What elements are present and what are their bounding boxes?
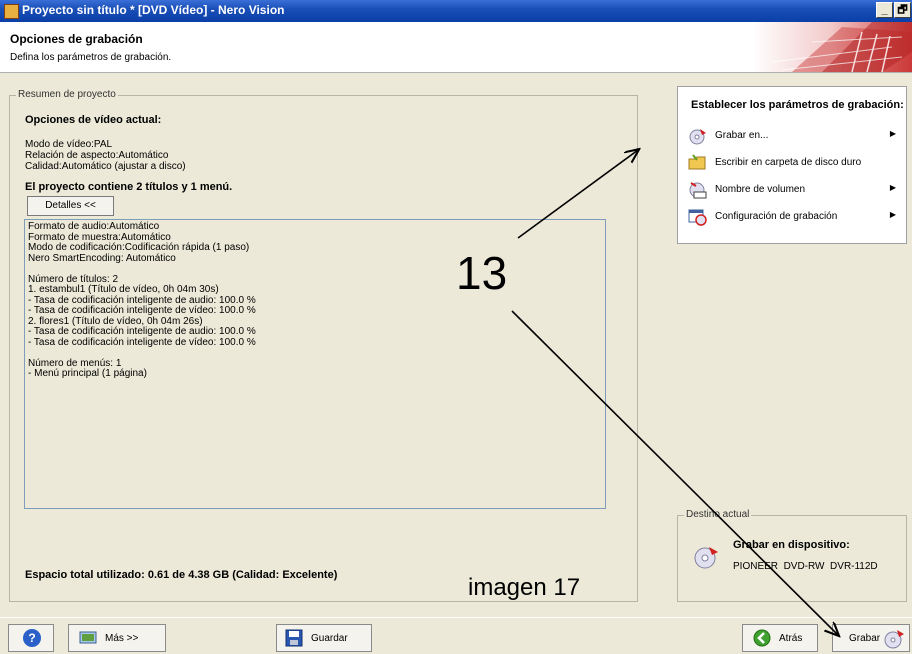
burn-button[interactable]: Grabar — [832, 624, 910, 652]
details-line: Formato de audio:Automático — [28, 221, 160, 232]
page-title: Opciones de grabación — [10, 32, 143, 46]
save-icon — [285, 629, 303, 647]
video-options-heading: Opciones de vídeo actual: — [25, 114, 162, 126]
current-destination-legend: Destino actual — [684, 509, 752, 520]
folder-icon — [688, 154, 706, 170]
menu-item-write-to-folder[interactable]: Escribir en carpeta de disco duro — [688, 152, 900, 174]
back-button-label: Atrás — [779, 633, 803, 644]
bottom-toolbar: ? Más >> Guardar Atrás Grabar — [0, 617, 912, 654]
help-icon: ? — [23, 629, 41, 647]
more-options-icon — [79, 631, 97, 644]
submenu-arrow-icon: ▶ — [889, 210, 896, 219]
back-arrow-icon — [753, 629, 771, 647]
annotation-image-label: imagen 17 — [468, 574, 581, 601]
menu-item-burn-settings[interactable]: Configuración de grabación ▶ — [688, 206, 900, 228]
details-text-box: Formato de audio:Automático Formato de m… — [24, 219, 606, 509]
details-line: - Menú principal (1 página) — [28, 368, 147, 379]
page-header: Opciones de grabación Defina los parámet… — [0, 22, 912, 73]
menu-item-burn-to[interactable]: Grabar en... ▶ — [688, 125, 900, 147]
menu-item-label: Escribir en carpeta de disco duro — [715, 157, 862, 168]
menu-item-label: Configuración de grabación — [715, 211, 838, 222]
menu-item-label: Nombre de volumen — [715, 184, 806, 195]
space-used-text: Espacio total utilizado: 0.61 de 4.38 GB… — [25, 569, 338, 581]
burn-icon — [884, 630, 904, 649]
destination-heading: Grabar en dispositivo: — [733, 539, 850, 551]
quality: Calidad:Automático (ajustar a disco) — [25, 161, 186, 172]
back-button[interactable]: Atrás — [742, 624, 818, 652]
burn-parameters-title: Establecer los parámetros de grabación: — [691, 99, 904, 111]
annotation-step-number: 13 — [456, 247, 508, 299]
header-banner-graphic — [752, 22, 912, 72]
details-line — [28, 264, 602, 275]
contents-heading: El proyecto contiene 2 títulos y 1 menú. — [25, 181, 233, 193]
details-line: Modo de codificación:Codificación rápida… — [28, 242, 250, 253]
page-subtitle: Defina los parámetros de grabación. — [10, 52, 172, 63]
save-button[interactable]: Guardar — [276, 624, 372, 652]
aspect-ratio: Relación de aspecto:Automático — [25, 150, 169, 161]
burn-disc-icon — [689, 129, 706, 145]
title-bar: Proyecto sin título * [DVD Vídeo] - Nero… — [0, 0, 912, 22]
help-button[interactable]: ? — [8, 624, 54, 652]
minimize-button[interactable]: _ — [876, 2, 893, 18]
project-summary-legend: Resumen de proyecto — [16, 89, 118, 100]
more-button[interactable]: Más >> — [68, 624, 166, 652]
more-button-label: Más >> — [105, 633, 139, 644]
submenu-arrow-icon: ▶ — [889, 129, 896, 138]
restore-button[interactable]: 🗗 — [894, 2, 911, 18]
burn-device-icon — [694, 547, 718, 569]
submenu-arrow-icon: ▶ — [889, 183, 896, 192]
menu-item-label: Grabar en... — [715, 130, 769, 141]
details-line: 1. estambul1 (Título de vídeo, 0h 04m 30… — [28, 284, 219, 295]
details-line: Nero SmartEncoding: Automático — [28, 252, 176, 264]
menu-item-volume-name[interactable]: Nombre de volumen ▶ — [688, 179, 900, 201]
volume-label-icon — [689, 182, 707, 199]
burn-button-label: Grabar — [849, 633, 881, 644]
app-icon — [4, 4, 19, 19]
destination-device: PIONEER DVD-RW DVR-112D — [733, 561, 878, 572]
save-button-label: Guardar — [311, 633, 348, 644]
video-mode: Modo de vídeo:PAL — [25, 139, 113, 150]
details-line: - Tasa de codificación inteligente de ví… — [28, 336, 256, 348]
burn-settings-icon — [688, 209, 707, 226]
details-line: - Tasa de codificación inteligente de ví… — [28, 305, 256, 316]
details-button[interactable]: Detalles << — [27, 196, 114, 216]
burn-parameters-panel: Establecer los parámetros de grabación: … — [677, 86, 907, 244]
details-line: - Tasa de codificación inteligente de au… — [28, 326, 256, 337]
window-title: Proyecto sin título * [DVD Vídeo] - Nero… — [22, 3, 285, 17]
details-line — [28, 348, 602, 359]
